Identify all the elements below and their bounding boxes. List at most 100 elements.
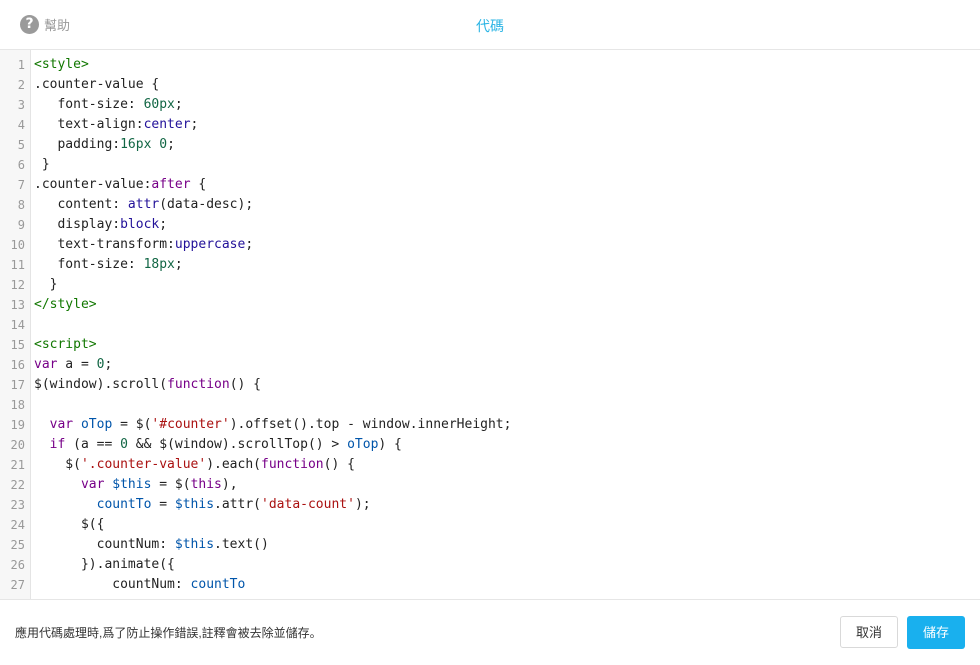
save-button[interactable]: 儲存	[907, 616, 965, 649]
code-token: ;	[159, 217, 168, 232]
line-number: 3	[17, 98, 25, 112]
code-token: center	[143, 117, 191, 132]
line-number: 18	[10, 398, 25, 412]
code-line[interactable]: 20 if (a == 0 && $(window).scrollTop() >…	[0, 435, 980, 455]
code-token: uppercase	[174, 237, 246, 252]
code-line[interactable]: 4 text-align:center;	[0, 115, 980, 135]
code-token: block	[120, 217, 160, 232]
line-number: 15	[10, 338, 25, 352]
code-text: display:block;	[34, 215, 167, 235]
code-text: text-transform:uppercase;	[34, 235, 253, 255]
code-line[interactable]: 17 $(window).scroll(function() {	[0, 375, 980, 395]
code-token: text-transform:	[34, 237, 175, 252]
code-token: ) {	[378, 437, 402, 452]
code-token: display:	[34, 217, 121, 232]
code-text: padding:16px 0;	[34, 135, 174, 155]
notice-text: 應用代碼處理時,爲了防止操作錯誤,註釋會被去除並儲存。	[15, 626, 322, 640]
code-line[interactable]: 24 $({	[0, 515, 980, 535]
code-token: ).each(	[206, 457, 261, 472]
line-number: 21	[10, 458, 25, 472]
code-line[interactable]: 3 font-size: 60px;	[0, 95, 980, 115]
code-line[interactable]: 16 var a = 0;	[0, 355, 980, 375]
code-token: ;	[174, 257, 183, 272]
code-token: $({	[34, 517, 105, 532]
code-line[interactable]: 10 text-transform:uppercase;	[0, 235, 980, 255]
line-number: 14	[10, 318, 25, 332]
code-line[interactable]: 21 $('.counter-value').each(function() {	[0, 455, 980, 475]
code-line[interactable]: 19 var oTop = $('#counter').offset().top…	[0, 415, 980, 435]
line-number: 12	[10, 278, 25, 292]
code-text: var $this = $(this),	[34, 475, 238, 495]
code-editor[interactable]: 1 <style> 2 .counter-value {3 font-size: 60…	[0, 50, 980, 599]
code-line[interactable]: 27 countNum: countTo	[0, 575, 980, 595]
code-token: attr	[127, 197, 160, 212]
code-line[interactable]: 2 .counter-value {	[0, 75, 980, 95]
line-number: 13	[10, 298, 25, 312]
line-number: 22	[10, 478, 25, 492]
code-line[interactable]: 26 }).animate({	[0, 555, 980, 575]
line-number: 24	[10, 518, 25, 532]
code-line[interactable]: 11 font-size: 18px;	[0, 255, 980, 275]
code-token: .text()	[214, 537, 269, 552]
code-line[interactable]: 22 var $this = $(this),	[0, 475, 980, 495]
line-number: 7	[17, 178, 25, 192]
code-line[interactable]: 5 padding:16px 0;	[0, 135, 980, 155]
code-token: $(window).scroll(	[34, 377, 168, 392]
code-token: </style>	[34, 297, 97, 312]
line-number: 27	[10, 578, 25, 592]
code-token: oTop	[80, 417, 113, 432]
code-line[interactable]: 13 </style>	[0, 295, 980, 315]
code-token: 60px	[143, 97, 175, 112]
code-text: .counter-value:after {	[34, 175, 206, 195]
line-number: 19	[10, 418, 25, 432]
code-text: font-size: 60px;	[34, 95, 182, 115]
code-text: .counter-value {	[34, 75, 159, 95]
code-token: '#counter'	[151, 417, 230, 432]
code-text: <script>	[34, 335, 97, 355]
code-token: = $(	[151, 477, 191, 492]
code-lines: 1 <style> 2 .counter-value {3 font-size: 60…	[0, 55, 980, 595]
code-token: $this	[174, 537, 215, 552]
code-line[interactable]: 9 display:block;	[0, 215, 980, 235]
code-line[interactable]: 15 <script>	[0, 335, 980, 355]
line-number: 25	[10, 538, 25, 552]
cancel-button[interactable]: 取消	[840, 616, 898, 648]
code-token: ;	[190, 117, 199, 132]
line-number: 26	[10, 558, 25, 572]
modal-title: 代碼	[476, 18, 504, 34]
code-token: padding:	[34, 137, 121, 152]
code-token: $this	[174, 497, 215, 512]
code-token: this	[190, 477, 222, 492]
code-token: ),	[221, 477, 238, 492]
code-line[interactable]: 6 }	[0, 155, 980, 175]
code-line[interactable]: 25 countNum: $this.text()	[0, 535, 980, 555]
code-line[interactable]: 23 countTo = $this.attr('data-count');	[0, 495, 980, 515]
line-number: 23	[10, 498, 25, 512]
code-token: countTo	[190, 577, 246, 592]
code-token: text-align:	[34, 117, 144, 132]
code-token: after	[151, 177, 191, 192]
line-number: 20	[10, 438, 25, 452]
code-token: ;	[245, 237, 254, 252]
code-token: && $(window).scrollTop() >	[127, 437, 348, 452]
code-line[interactable]: 14	[0, 315, 980, 335]
modal-footer: 應用代碼處理時,爲了防止操作錯誤,註釋會被去除並儲存。 取消 儲存	[0, 599, 980, 665]
code-token: a =	[57, 357, 97, 372]
code-text: }	[34, 155, 50, 175]
line-number: 2	[17, 78, 25, 92]
code-token: }	[34, 157, 50, 172]
code-line[interactable]: 12 }	[0, 275, 980, 295]
code-line[interactable]: 7 .counter-value:after {	[0, 175, 980, 195]
code-token: ;	[104, 357, 113, 372]
code-line[interactable]: 8 content: attr(data-desc);	[0, 195, 980, 215]
code-line[interactable]: 18	[0, 395, 980, 415]
modal-header: ? 幫助 代碼	[0, 0, 980, 50]
code-token: $this	[112, 477, 152, 492]
code-token: var	[34, 357, 58, 372]
code-token: countNum:	[34, 537, 175, 552]
code-text: }	[34, 275, 58, 295]
line-number: 6	[17, 158, 25, 172]
code-line[interactable]: 1 <style>	[0, 55, 980, 75]
code-token: = $(	[112, 417, 152, 432]
